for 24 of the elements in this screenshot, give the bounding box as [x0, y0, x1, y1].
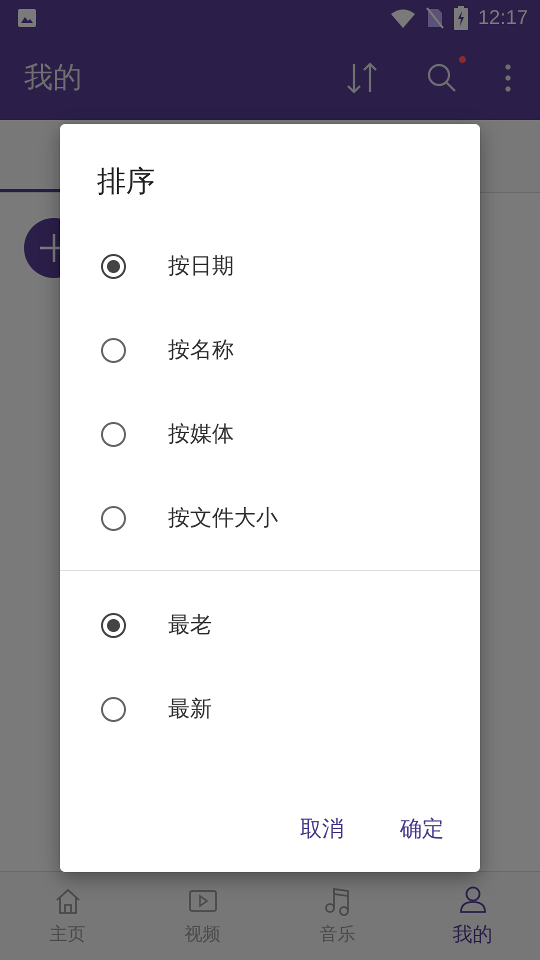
person-icon	[458, 884, 488, 914]
order-option[interactable]: 最老	[60, 583, 480, 667]
dialog-button[interactable]: 取消	[286, 806, 358, 852]
radio-button[interactable]	[101, 338, 126, 362]
battery-charging-icon	[454, 6, 468, 30]
clock-time: 12:17	[478, 6, 528, 30]
radio-button[interactable]	[101, 506, 126, 530]
wifi-icon	[390, 8, 416, 28]
radio-button[interactable]	[101, 254, 126, 278]
radio-button[interactable]	[101, 612, 126, 638]
order-option[interactable]: 最新	[60, 667, 480, 751]
more-icon[interactable]	[504, 63, 512, 93]
dialog-button[interactable]: 确定	[386, 806, 458, 852]
tab-indicator	[0, 189, 60, 192]
image-icon	[17, 8, 37, 28]
sort-option[interactable]: 按名称	[60, 308, 480, 392]
no-sim-icon	[426, 7, 444, 29]
page-title: 我的	[24, 59, 82, 96]
radio-button[interactable]	[101, 696, 126, 722]
dialog-title: 排序	[96, 163, 156, 200]
sort-option[interactable]: 按媒体	[60, 392, 480, 476]
sort-option[interactable]: 按文件大小	[60, 476, 480, 560]
radio-button[interactable]	[101, 422, 126, 446]
sort-option[interactable]: 按日期	[60, 224, 480, 308]
